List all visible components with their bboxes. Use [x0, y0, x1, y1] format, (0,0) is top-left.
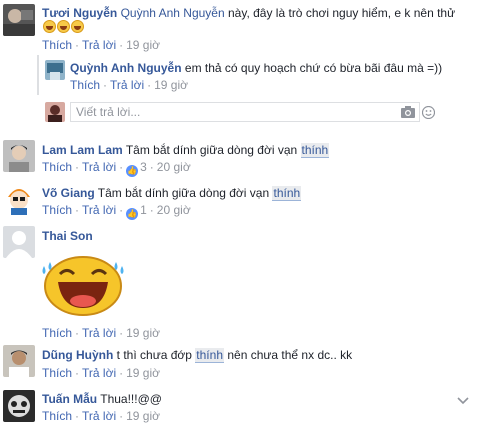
laughing-emoji-icon	[71, 20, 84, 33]
like-link[interactable]: Thích	[42, 366, 72, 380]
comment-author[interactable]: Tuấn Mẫu	[42, 392, 97, 406]
reply-link[interactable]: Trả lời	[82, 366, 116, 380]
reply-author[interactable]: Quỳnh Anh Nguyễn	[70, 61, 182, 75]
timestamp[interactable]: 19 giờ	[126, 326, 160, 340]
timestamp[interactable]: 20 giờ	[157, 160, 191, 174]
timestamp[interactable]: 19 giờ	[126, 366, 160, 380]
like-link[interactable]: Thích	[42, 326, 72, 340]
avatar[interactable]	[3, 4, 35, 36]
comment-body: t thì chưa đớp	[116, 348, 192, 362]
reply-thread-line	[37, 55, 39, 95]
laughing-emoji-icon	[43, 20, 56, 33]
laughing-face-sticker[interactable]	[40, 252, 126, 318]
like-link[interactable]: Thích	[70, 78, 100, 92]
reply-link[interactable]: Trả lời	[82, 160, 116, 174]
comment-text: Tuấn Mẫu Thua!!!@@	[42, 391, 162, 407]
thumbs-up-icon: 👍	[126, 208, 139, 220]
avatar[interactable]	[3, 390, 35, 422]
avatar[interactable]	[3, 226, 35, 258]
thumbs-up-icon: 👍	[126, 165, 139, 177]
comment-body: Thua!!!@@	[100, 392, 162, 406]
like-link[interactable]: Thích	[42, 203, 72, 217]
avatar[interactable]	[3, 183, 35, 215]
avatar[interactable]	[45, 60, 65, 80]
like-count[interactable]: 3	[140, 160, 147, 174]
comment-author[interactable]: Dũng Huỳnh	[42, 348, 113, 362]
emoji-row	[42, 19, 84, 35]
laughing-emoji-icon	[57, 20, 70, 33]
mention-link[interactable]: Quỳnh Anh Nguyễn	[121, 6, 225, 20]
reply-input[interactable]	[71, 103, 376, 121]
comment-body: này, đây là trò chơi nguy hiểm, e k nên …	[228, 6, 456, 20]
like-link[interactable]: Thích	[42, 160, 72, 174]
avatar[interactable]	[3, 345, 35, 377]
sticker-icon[interactable]	[421, 105, 436, 122]
tagged-link[interactable]: thính	[272, 186, 302, 201]
like-count[interactable]: 1	[140, 203, 147, 217]
comment-body: nên chưa thể nx dc.. kk	[227, 348, 353, 362]
comment-actions: Thích · Trả lời · 19 giờ	[42, 366, 160, 380]
reply-input-box[interactable]	[70, 102, 436, 122]
reply-text: Quỳnh Anh Nguyễn em thả có quy hoạch chứ…	[70, 60, 442, 76]
comment-body: Tâm bắt dính giữa dòng đời vạn	[125, 143, 298, 157]
comment-body: Tâm bắt dính giữa dòng đời vạn	[97, 186, 270, 200]
tagged-link[interactable]: thính	[300, 143, 330, 158]
timestamp[interactable]: 20 giờ	[157, 203, 191, 217]
current-user-avatar	[45, 102, 65, 122]
comment-text: Dũng Huỳnh t thì chưa đớp thính nên chưa…	[42, 347, 352, 363]
reply-link[interactable]: Trả lời	[82, 326, 116, 340]
comment-author[interactable]: Tươi Nguyễn	[42, 6, 117, 20]
comment-text: Võ Giang Tâm bắt dính giữa dòng đời vạn …	[42, 185, 302, 201]
comment-text: Thai Son	[42, 228, 93, 244]
comment-actions: Thích · Trả lời · 👍 1 · 20 giờ	[42, 203, 191, 220]
reply-actions: Thích · Trả lời · 19 giờ	[70, 78, 188, 92]
reply-link[interactable]: Trả lời	[82, 203, 116, 217]
timestamp[interactable]: 19 giờ	[126, 409, 160, 423]
comment-actions: Thích · Trả lời · 19 giờ	[42, 409, 160, 423]
reply-link[interactable]: Trả lời	[82, 38, 116, 52]
comment-actions: Thích · Trả lời · 19 giờ	[42, 38, 160, 52]
timestamp[interactable]: 19 giờ	[154, 78, 188, 92]
comment-actions: Thích · Trả lời · 👍 3 · 20 giờ	[42, 160, 191, 177]
comment-author[interactable]: Võ Giang	[42, 186, 95, 200]
like-link[interactable]: Thích	[42, 409, 72, 423]
tagged-link[interactable]: thính	[195, 348, 224, 363]
like-link[interactable]: Thích	[42, 38, 72, 52]
chevron-down-icon[interactable]	[457, 394, 469, 408]
comment-text: Lam Lam Lam Tâm bắt dính giữa dòng đời v…	[42, 142, 330, 158]
comment-author[interactable]: Lam Lam Lam	[42, 143, 123, 157]
avatar[interactable]	[3, 140, 35, 172]
camera-icon[interactable]	[401, 106, 415, 121]
comment-text: Tươi Nguyễn Quỳnh Anh Nguyễn này, đây là…	[42, 5, 455, 21]
reply-link[interactable]: Trả lời	[110, 78, 144, 92]
reply-body: em thả có quy hoạch chứ có bừa bãi đâu m…	[184, 61, 443, 75]
comment-author[interactable]: Thai Son	[42, 229, 93, 243]
comment-actions: Thích · Trả lời · 19 giờ	[42, 326, 160, 340]
reply-link[interactable]: Trả lời	[82, 409, 116, 423]
timestamp[interactable]: 19 giờ	[126, 38, 160, 52]
